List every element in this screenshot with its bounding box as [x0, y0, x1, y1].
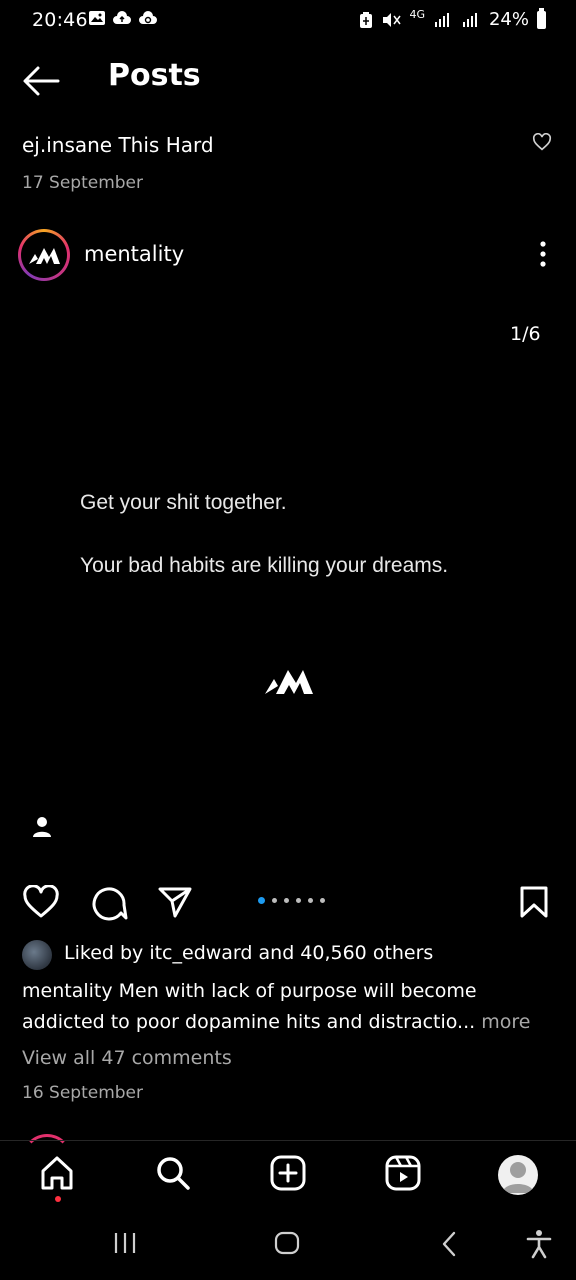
tab-reels[interactable] — [384, 1154, 422, 1192]
liked-by-avatar[interactable] — [22, 940, 52, 970]
post-image-logo — [264, 664, 314, 696]
cloud-sync-icon — [139, 11, 157, 24]
carousel-dot — [272, 898, 277, 903]
carousel-counter: 1/6 — [510, 323, 541, 345]
view-comments-link[interactable]: View all 47 comments — [22, 1047, 232, 1069]
post-username[interactable]: mentality — [84, 242, 184, 266]
image-notification-icon — [89, 11, 105, 25]
previous-post-date: 17 September — [22, 173, 144, 193]
create-icon — [270, 1155, 306, 1191]
share-icon — [158, 887, 192, 918]
share-button[interactable] — [157, 885, 193, 919]
user-tag-icon — [33, 817, 51, 837]
carousel-dot — [258, 897, 265, 904]
carousel-dot — [320, 898, 325, 903]
heart-icon — [23, 885, 59, 918]
page-title: Posts — [108, 58, 201, 93]
system-back-button[interactable] — [440, 1231, 460, 1257]
battery-saver-icon — [360, 11, 373, 28]
caption-text: addicted to poor dopamine hits and distr… — [22, 1011, 476, 1033]
tab-home[interactable] — [38, 1154, 76, 1192]
tab-search[interactable] — [154, 1154, 192, 1192]
home-notification-dot — [55, 1196, 61, 1202]
network-type: 4G — [409, 8, 425, 21]
battery-icon — [537, 7, 546, 29]
profile-icon — [502, 1162, 534, 1193]
back-arrow-icon — [23, 66, 60, 96]
status-right: 4G 24% — [359, 7, 546, 30]
post-date: 16 September — [22, 1083, 144, 1103]
battery-percent: 24% — [488, 9, 529, 30]
tab-create[interactable] — [269, 1154, 307, 1192]
signal-icon — [434, 12, 449, 27]
like-comment-button[interactable] — [532, 133, 552, 151]
heart-icon — [532, 133, 552, 151]
carousel-dot — [308, 898, 313, 903]
notification-icons — [88, 10, 158, 26]
caption-line-1: mentality Men with lack of purpose will … — [22, 980, 477, 1002]
reels-icon — [385, 1155, 421, 1191]
carousel-indicator — [258, 897, 325, 904]
recent-apps-icon — [114, 1233, 136, 1253]
accessibility-icon — [526, 1230, 552, 1259]
search-icon — [157, 1157, 190, 1190]
liked-by-text[interactable]: Liked by itc_edward and 40,560 others — [64, 942, 433, 964]
mute-icon — [383, 12, 402, 27]
recent-apps-button[interactable] — [112, 1231, 138, 1255]
system-home-icon — [274, 1231, 300, 1255]
status-time: 20:46 — [32, 9, 88, 31]
tab-bar-divider — [0, 1140, 576, 1141]
home-icon — [41, 1156, 73, 1190]
save-button[interactable] — [518, 885, 550, 919]
more-options-button[interactable] — [533, 240, 553, 270]
comment-button[interactable] — [90, 885, 128, 921]
system-home-button[interactable] — [274, 1231, 300, 1255]
back-button[interactable] — [20, 62, 62, 100]
signal-icon-2 — [462, 12, 477, 27]
mentality-logo-icon — [29, 248, 60, 264]
post-avatar[interactable] — [18, 229, 70, 281]
system-back-icon — [442, 1231, 456, 1257]
comment-icon — [92, 887, 128, 921]
carousel-dot — [284, 898, 289, 903]
like-button[interactable] — [22, 885, 60, 919]
post-image-text-1: Get your shit together. — [80, 491, 287, 514]
carousel-dot — [296, 898, 301, 903]
post-image-text-2: Your bad habits are killing your dreams. — [80, 554, 449, 577]
caption-more-link[interactable]: more — [481, 1011, 530, 1033]
tagged-people-button[interactable] — [32, 816, 52, 838]
caption-line-2: addicted to poor dopamine hits and distr… — [22, 1011, 530, 1033]
tab-profile[interactable] — [498, 1155, 538, 1195]
accessibility-button[interactable] — [525, 1229, 553, 1259]
cloud-upload-icon — [113, 11, 131, 24]
previous-post-caption[interactable]: ej.insane This Hard — [22, 133, 214, 157]
mentality-logo-icon — [265, 670, 313, 694]
more-vertical-icon — [540, 241, 546, 267]
bookmark-icon — [520, 886, 548, 918]
